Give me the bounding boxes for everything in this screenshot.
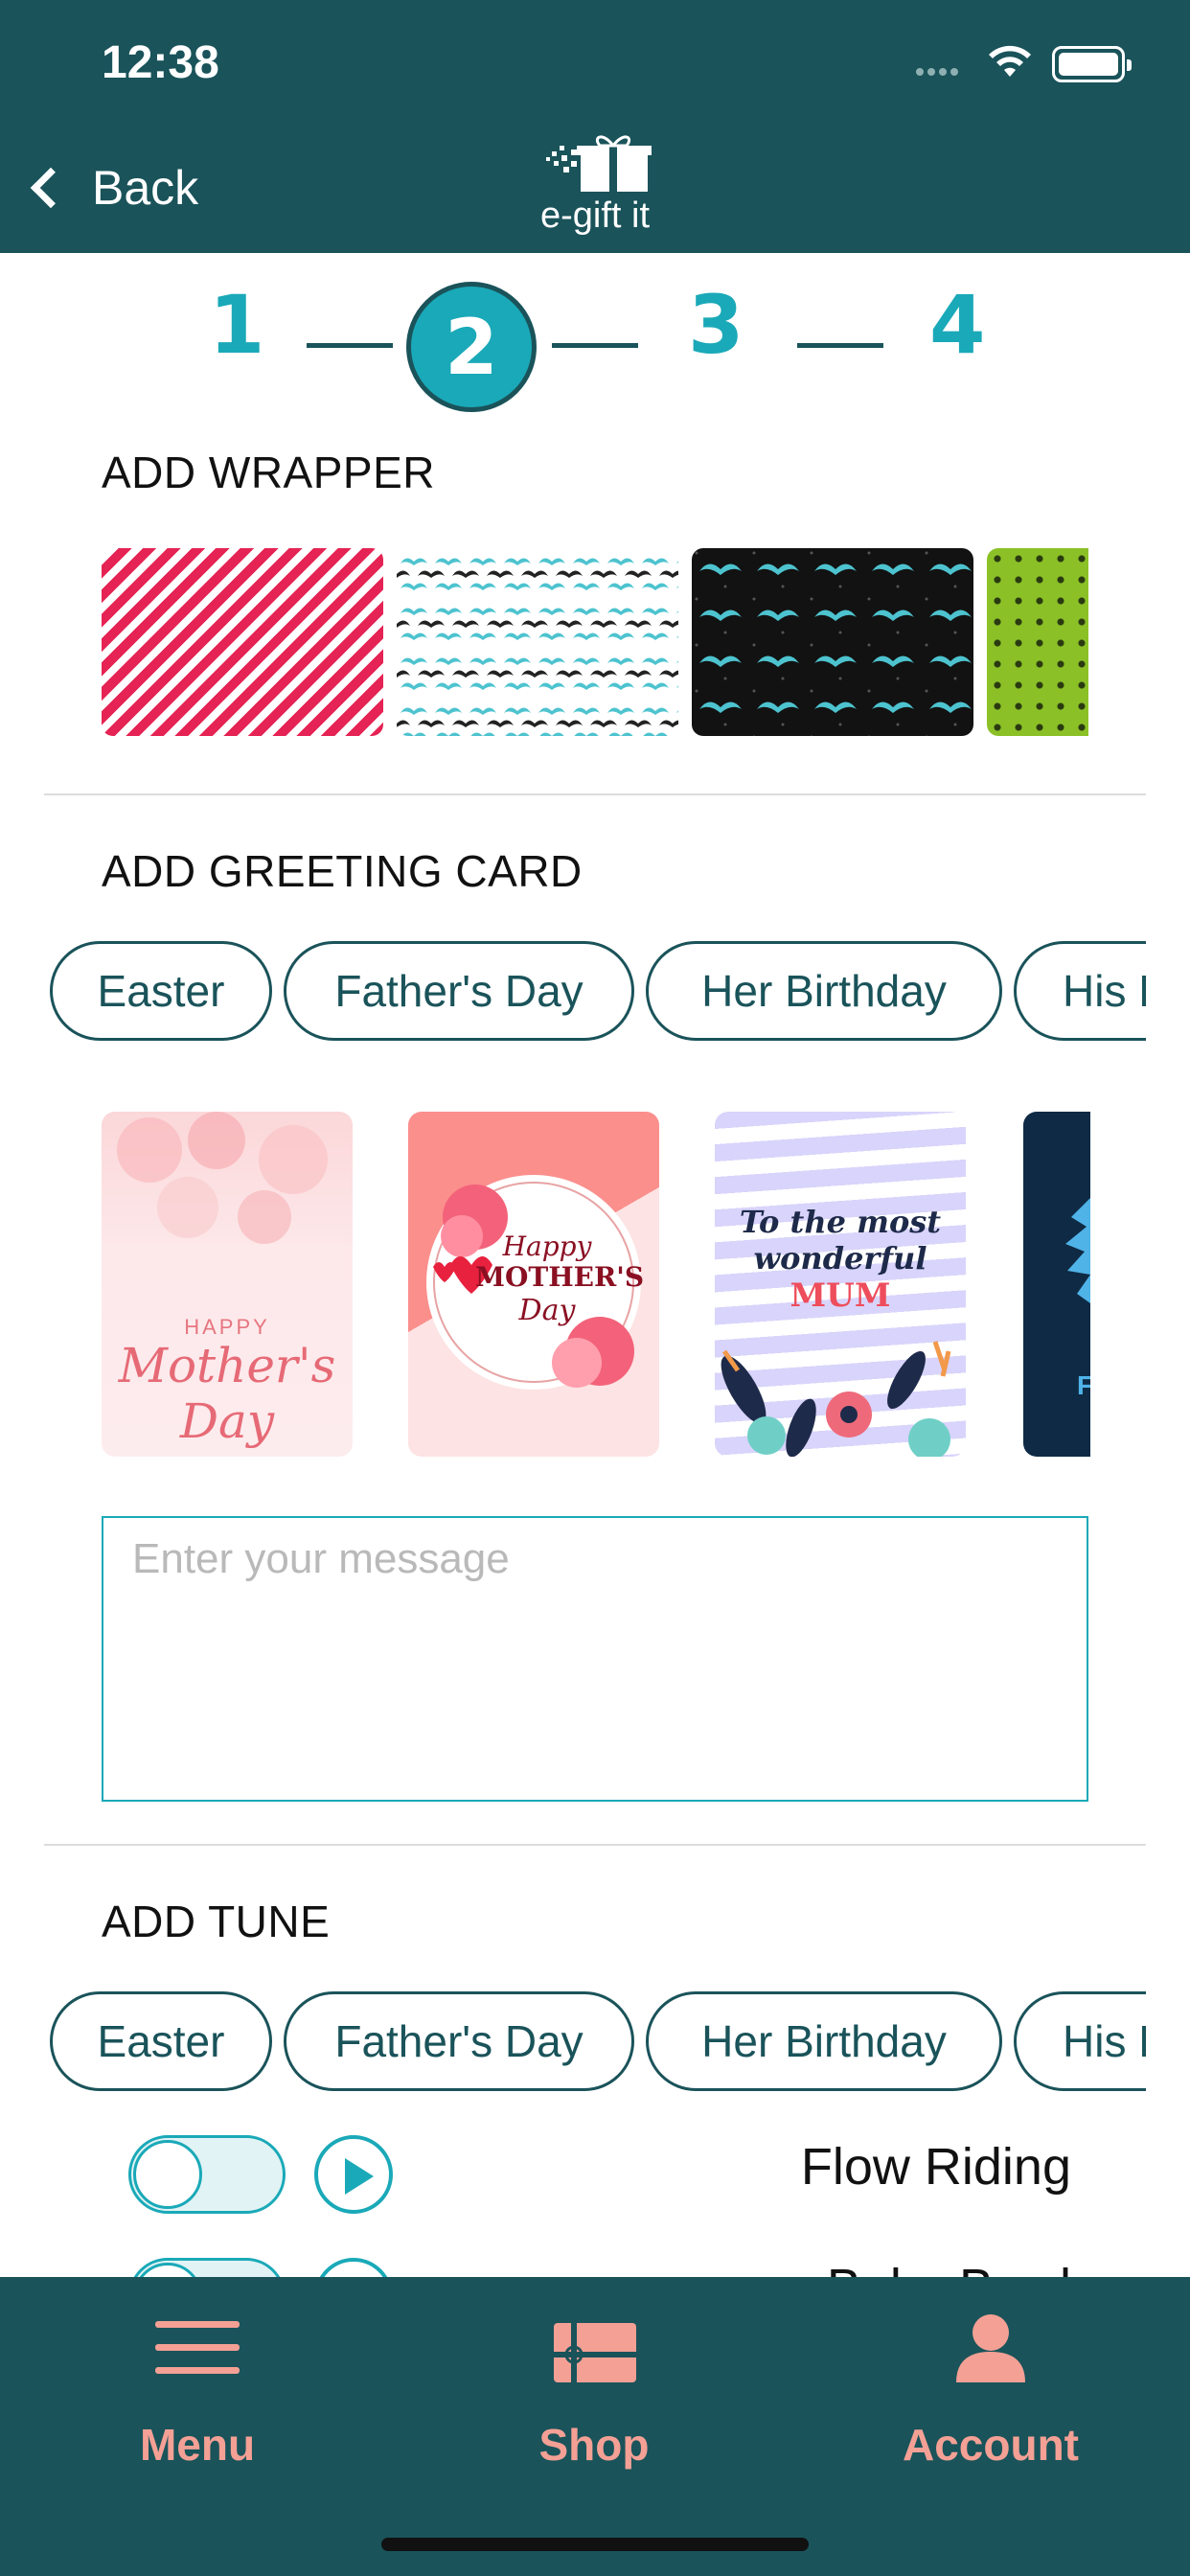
wrapper-section-title: ADD WRAPPER <box>102 448 435 497</box>
gift-card-icon <box>554 2323 636 2382</box>
nav-shop-label: Shop <box>538 2420 650 2470</box>
greeting-chip-his-birthday[interactable]: His Birthday <box>1014 941 1146 1041</box>
tune-name: Flow Riding <box>800 2138 1071 2196</box>
step-connector <box>552 343 638 348</box>
app-header: 12:38 Back e-gift it <box>0 0 1190 253</box>
card-1-title: Mother's Day <box>118 1338 336 1449</box>
user-icon <box>956 2314 1025 2382</box>
wrapper-option-stripes[interactable] <box>102 548 383 736</box>
card-4-text: F <box>1077 1370 1090 1400</box>
step-connector <box>797 343 883 348</box>
nav-account-label: Account <box>903 2420 1079 2470</box>
card-2-line-1: Happy <box>502 1230 592 1262</box>
starburst-art <box>1065 1198 1090 1303</box>
nav-menu-label: Menu <box>139 2420 256 2470</box>
greeting-card-option-1[interactable]: HAPPY Mother's Day <box>102 1112 353 1457</box>
greeting-card-option-2[interactable]: Happy MOTHER'S Day <box>408 1112 659 1457</box>
wifi-icon <box>989 45 1031 77</box>
toggle-knob <box>133 2140 202 2209</box>
wrapper-option-mustache-dark[interactable] <box>692 548 973 736</box>
greeting-chip-fathers-day[interactable]: Father's Day <box>284 941 634 1041</box>
nav-menu[interactable]: Menu <box>54 2277 341 2526</box>
message-placeholder: Enter your message <box>132 1535 510 1582</box>
chevron-left-icon <box>30 167 72 209</box>
mustache-pattern-dark <box>692 548 973 736</box>
mustache-pattern-light <box>397 548 678 736</box>
step-connector <box>307 343 393 348</box>
message-input[interactable]: Enter your message <box>102 1516 1088 1802</box>
status-time: 12:38 <box>102 37 219 88</box>
step-4[interactable]: 4 <box>929 278 985 372</box>
tune-chip-her-birthday[interactable]: Her Birthday <box>646 1991 1002 2091</box>
play-icon[interactable] <box>314 2135 393 2214</box>
greeting-chip-her-birthday[interactable]: Her Birthday <box>646 941 1002 1041</box>
floral-border-art <box>721 1341 951 1457</box>
nav-shop[interactable]: Shop <box>450 2277 738 2526</box>
step-2-active[interactable]: 2 <box>406 282 537 412</box>
step-3[interactable]: 3 <box>688 278 744 372</box>
section-divider <box>44 794 1146 795</box>
bottom-navigation: Menu Shop Account <box>0 2277 1190 2576</box>
greeting-chip-easter[interactable]: Easter <box>50 941 272 1041</box>
tune-row: Flow Riding <box>0 2131 1190 2218</box>
card-3-line-3: MUM <box>790 1276 891 1315</box>
tune-chip-easter[interactable]: Easter <box>50 1991 272 2091</box>
cellular-signal-icon <box>916 63 970 76</box>
gift-logo-icon <box>546 135 652 192</box>
greeting-section-title: ADD GREETING CARD <box>102 846 583 896</box>
tune-toggle[interactable] <box>128 2135 286 2214</box>
card-1-happy: HAPPY <box>184 1315 270 1339</box>
logo-text: e-gift it <box>539 196 651 236</box>
back-label: Back <box>92 161 199 215</box>
section-divider <box>44 1844 1146 1846</box>
tune-chip-fathers-day[interactable]: Father's Day <box>284 1991 634 2091</box>
wrapper-option-mustache-light[interactable] <box>397 548 678 736</box>
progress-stepper: 1 2 3 4 <box>0 278 1190 412</box>
back-button[interactable]: Back <box>23 153 198 222</box>
tune-section-title: ADD TUNE <box>102 1897 331 1946</box>
hamburger-menu-icon <box>155 2321 240 2374</box>
battery-icon <box>1052 46 1132 82</box>
card-3-line-2: wonderful <box>753 1240 927 1276</box>
app-logo: e-gift it <box>533 132 657 243</box>
home-indicator <box>381 2538 809 2551</box>
step-1[interactable]: 1 <box>209 278 264 372</box>
nav-account[interactable]: Account <box>847 2277 1134 2526</box>
card-2-line-3: Day <box>518 1294 576 1327</box>
card-2-line-2: MOTHER'S <box>475 1261 645 1293</box>
wrapper-option-dots[interactable] <box>987 548 1088 736</box>
tune-chip-his-birthday[interactable]: His Birthday <box>1014 1991 1146 2091</box>
greeting-card-option-3[interactable]: To the most wonderful MUM <box>715 1112 966 1457</box>
greeting-card-option-4[interactable]: F <box>1023 1112 1090 1457</box>
card-3-line-1: To the most <box>739 1204 942 1240</box>
